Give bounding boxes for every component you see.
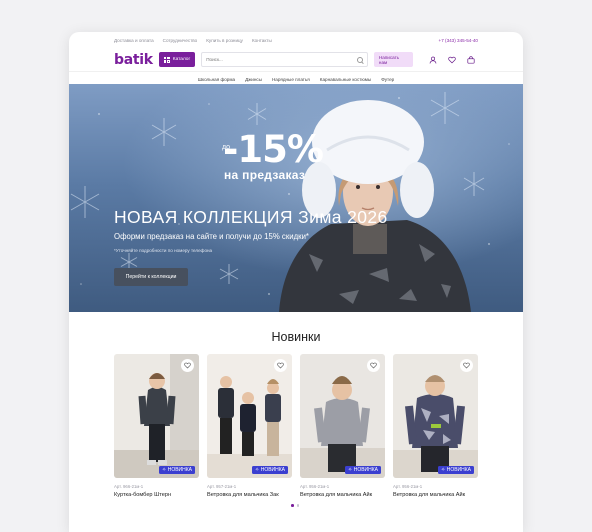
product-article: Арт. 956-21м-1 [300, 484, 330, 489]
promo-subtitle: на предзаказ [224, 168, 306, 182]
new-badge: ✧ НОВИНКА [438, 466, 474, 474]
product-article: Арт. 956-21м-1 [393, 484, 423, 489]
top-link-cooperation[interactable]: Сотрудничество [163, 38, 198, 43]
search-icon[interactable] [356, 56, 363, 63]
product-list: ✧ НОВИНКА Арт. 966-21м-1 Куртка-бомбер Шт… [114, 354, 478, 498]
product-card[interactable]: ✧ НОВИНКА Арт. 966-21м-1 Куртка-бомбер Шт… [114, 354, 199, 498]
product-name[interactable]: Ветровка для мальчика Зак [207, 492, 292, 498]
catalog-label: Каталог [172, 57, 191, 62]
phone-link[interactable]: +7 (343) 345-54-40 [439, 38, 478, 43]
product-name[interactable]: Куртка-бомбер Штерн [114, 492, 199, 498]
tag-icon: ✧ [255, 467, 260, 473]
product-card[interactable]: ✧ НОВИНКА Арт. 956-21м-1 Ветровка для мал… [393, 354, 478, 498]
product-card[interactable]: ✧ НОВИНКА Арт. 956-21м-1 Ветровка для мал… [300, 354, 385, 498]
tag-icon: ✧ [348, 467, 353, 473]
new-badge: ✧ НОВИНКА [159, 466, 195, 474]
heart-icon[interactable] [448, 56, 456, 64]
heart-icon [370, 362, 377, 369]
product-photo[interactable]: ✧ НОВИНКА [300, 354, 385, 478]
products-pager [291, 504, 299, 507]
go-to-collection-button[interactable]: Перейти к коллекции [114, 268, 188, 286]
hero-note: *Уточняйте подробности по номеру телефон… [114, 248, 213, 253]
pager-dot[interactable] [296, 504, 299, 507]
new-arrivals-title: Новинки [271, 330, 321, 344]
search-input[interactable] [206, 57, 357, 62]
cart-icon[interactable] [467, 55, 475, 64]
top-info-bar: Доставка и оплата Сотрудничество Купить … [69, 32, 523, 48]
product-photo[interactable]: ✧ НОВИНКА [393, 354, 478, 478]
hero-subtitle: Оформи предзаказ на сайте и получи до 15… [114, 232, 309, 241]
nav-carnival[interactable]: Карнавальные костюмы [320, 77, 371, 82]
nav-footer[interactable]: Футер [381, 77, 394, 82]
product-photo[interactable]: ✧ НОВИНКА [207, 354, 292, 478]
grid-icon [163, 56, 170, 63]
favorite-button[interactable] [181, 359, 194, 372]
search-box [201, 52, 368, 67]
pager-dot-active[interactable] [291, 504, 294, 507]
logo[interactable]: batik [114, 52, 153, 68]
user-icon[interactable] [429, 56, 437, 64]
hero-title: НОВАЯ КОЛЛЕКЦИЯ Зима 2026 [114, 207, 388, 227]
top-link-delivery[interactable]: Доставка и оплата [114, 38, 154, 43]
heart-icon [463, 362, 470, 369]
favorite-button[interactable] [460, 359, 473, 372]
favorite-button[interactable] [274, 359, 287, 372]
product-name[interactable]: Ветровка для мальчика Айк [300, 492, 385, 498]
hero-banner: до -15% на предзаказ НОВАЯ КОЛЛЕКЦИЯ Зим… [69, 84, 523, 312]
product-card[interactable]: ✧ НОВИНКА Арт. 957-21м-1 Ветровка для мал… [207, 354, 292, 498]
nav-dresses[interactable]: Нарядные платья [272, 77, 310, 82]
product-photo[interactable]: ✧ НОВИНКА [114, 354, 199, 478]
new-badge: ✧ НОВИНКА [345, 466, 381, 474]
site-header: batik Каталог Написать нам [69, 48, 523, 72]
product-article: Арт. 966-21м-1 [114, 484, 144, 489]
top-link-retail[interactable]: Купить в розницу [206, 38, 243, 43]
browser-window: Доставка и оплата Сотрудничество Купить … [69, 32, 523, 532]
tag-icon: ✧ [162, 467, 167, 473]
nav-school-uniform[interactable]: Школьная форма [198, 77, 235, 82]
nav-jeans[interactable]: Джинсы [245, 77, 262, 82]
product-name[interactable]: Ветровка для мальчика Айк [393, 492, 478, 498]
favorite-button[interactable] [367, 359, 380, 372]
product-article: Арт. 957-21м-1 [207, 484, 237, 489]
tag-icon: ✧ [441, 467, 446, 473]
promo-percent: -15% [223, 128, 324, 171]
top-link-contacts[interactable]: Контакты [252, 38, 272, 43]
heart-icon [184, 362, 191, 369]
top-links: Доставка и оплата Сотрудничество Купить … [114, 38, 272, 43]
heart-icon [277, 362, 284, 369]
new-badge: ✧ НОВИНКА [252, 466, 288, 474]
header-icons [429, 55, 475, 64]
catalog-button[interactable]: Каталог [158, 52, 196, 67]
write-us-button[interactable]: Написать нам [373, 52, 413, 67]
